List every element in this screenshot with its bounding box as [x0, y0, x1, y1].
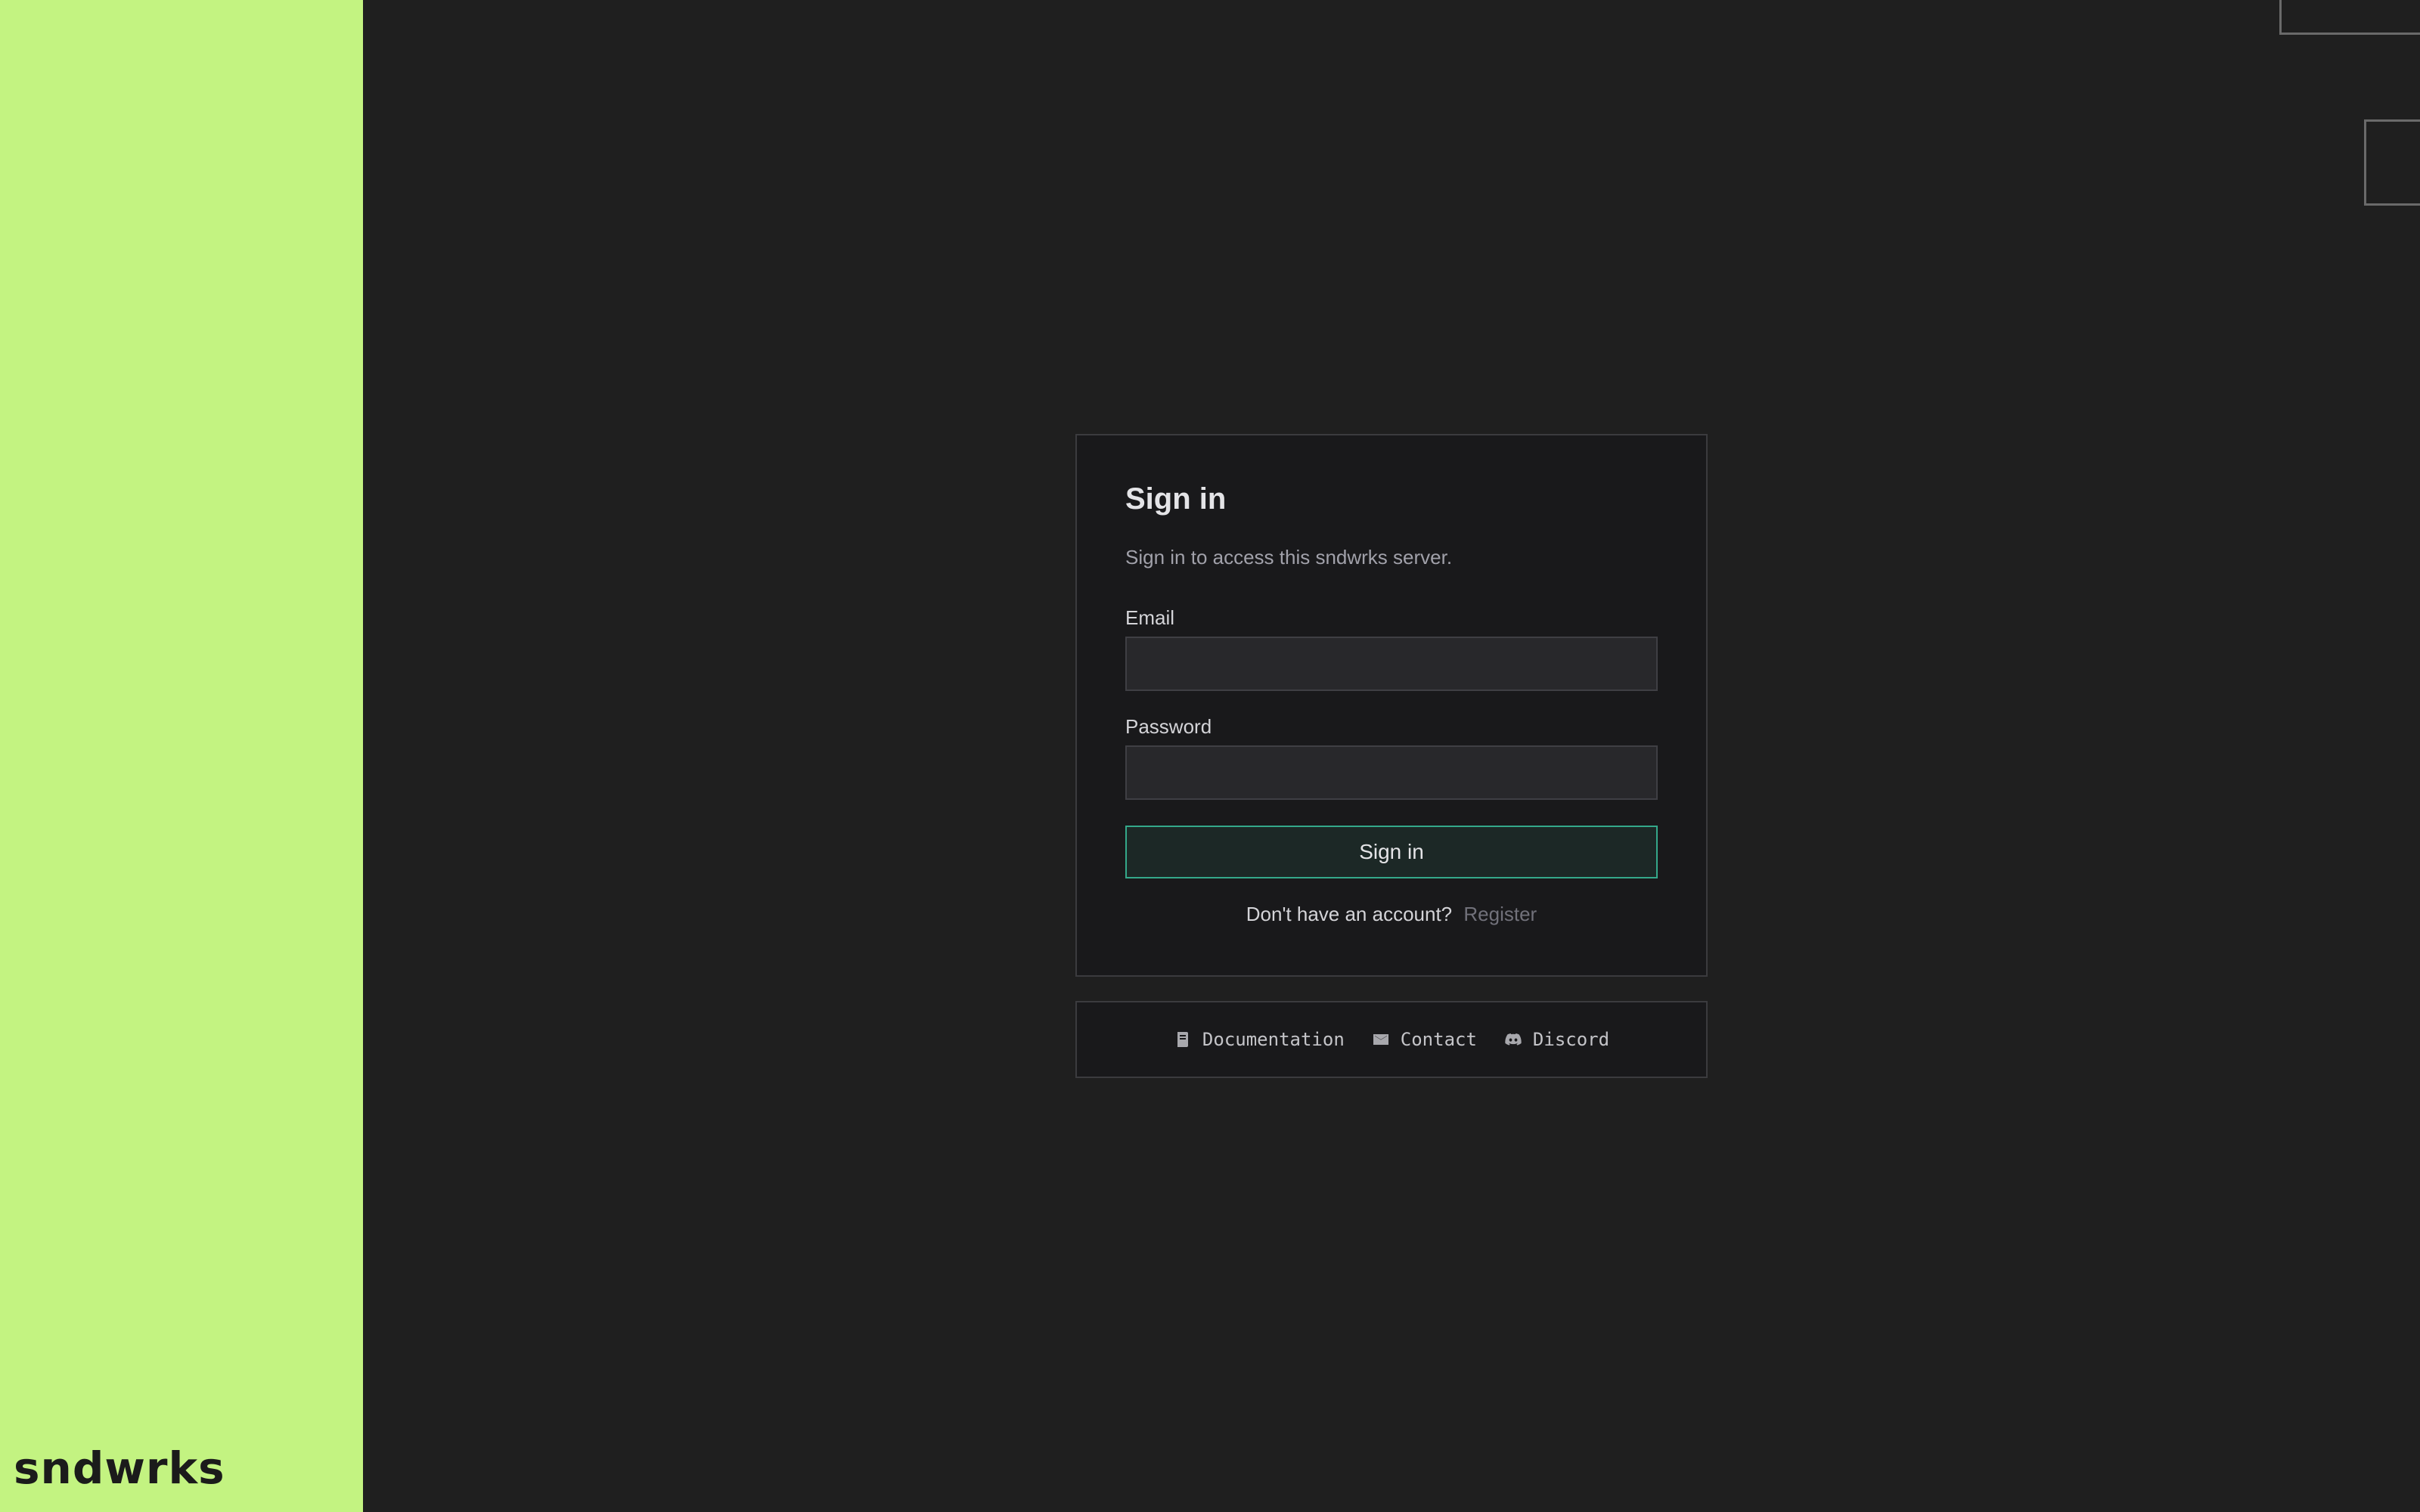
discord-icon: [1505, 1033, 1522, 1046]
signin-card: Sign in Sign in to access this sndwrks s…: [1075, 434, 1708, 977]
footer-link-label: Discord: [1532, 1029, 1610, 1050]
decorative-frame-right: [2364, 119, 2420, 206]
brand-logo-text: sndwrks: [14, 1442, 225, 1494]
brand-side-panel: sndwrks: [0, 0, 363, 1512]
page-title: Sign in: [1125, 482, 1227, 516]
book-icon: [1177, 1032, 1188, 1047]
signin-subtitle: Sign in to access this sndwrks server.: [1125, 546, 1453, 569]
envelope-icon: [1373, 1034, 1388, 1045]
register-prompt: Don't have an account?: [1246, 903, 1453, 925]
footer-link-label: Contact: [1400, 1029, 1477, 1050]
footer-links-card: Documentation Contact Discord: [1075, 1001, 1708, 1078]
footer-link-contact[interactable]: Contact: [1372, 1029, 1477, 1050]
signin-button[interactable]: Sign in: [1125, 826, 1658, 878]
footer-link-discord[interactable]: Discord: [1504, 1029, 1609, 1050]
email-field[interactable]: [1125, 637, 1658, 691]
register-line: Don't have an account? Register: [1077, 903, 1706, 926]
footer-link-documentation[interactable]: Documentation: [1174, 1029, 1345, 1050]
app-root: sndwrks Sign in Sign in to access this s…: [0, 0, 2420, 1512]
footer-link-label: Documentation: [1202, 1029, 1345, 1050]
decorative-frame-top: [2279, 0, 2420, 35]
password-label: Password: [1125, 715, 1212, 738]
email-label: Email: [1125, 606, 1175, 629]
password-field[interactable]: [1125, 745, 1658, 800]
register-link[interactable]: Register: [1463, 903, 1537, 925]
